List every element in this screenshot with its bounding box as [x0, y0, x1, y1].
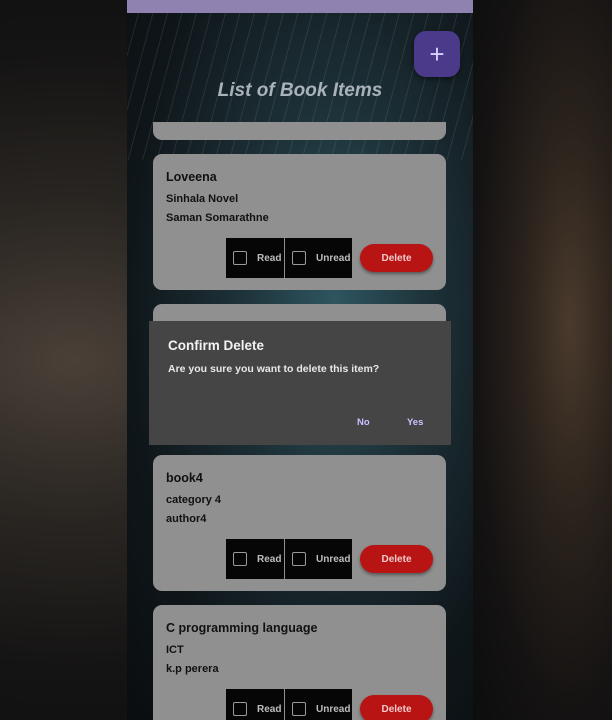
no-button[interactable]: No	[357, 417, 370, 428]
phone-screen: + List of Book Items Read Unread Loveena…	[127, 0, 473, 720]
unread-label: Unread	[316, 553, 351, 565]
read-label: Read	[257, 252, 282, 264]
status-bar	[127, 0, 473, 13]
checkbox-icon	[233, 702, 247, 716]
add-book-button[interactable]: +	[414, 31, 460, 77]
checkbox-icon	[292, 552, 306, 566]
unread-checkbox[interactable]: Unread	[285, 689, 352, 720]
read-checkbox[interactable]: Read	[226, 238, 284, 278]
read-label: Read	[257, 703, 282, 715]
page-title: List of Book Items	[217, 80, 383, 101]
delete-button[interactable]: Delete	[360, 244, 433, 272]
checkbox-icon	[233, 251, 247, 265]
book-author: author4	[166, 513, 207, 525]
read-label: Read	[257, 553, 282, 565]
read-checkbox[interactable]: Read	[226, 539, 284, 579]
book-card: book4 category 4 author4 Read Unread Del…	[153, 455, 446, 591]
unread-checkbox[interactable]: Unread	[285, 539, 352, 579]
yes-button[interactable]: Yes	[407, 417, 423, 428]
book-card: Loveena Sinhala Novel Saman Somarathne R…	[153, 154, 446, 290]
book-category: ICT	[166, 644, 184, 656]
delete-button[interactable]: Delete	[360, 695, 433, 720]
book-author: k.p perera	[166, 663, 219, 675]
unread-label: Unread	[316, 252, 351, 264]
dialog-message: Are you sure you want to delete this ite…	[168, 363, 380, 375]
book-card: C programming language ICT k.p perera Re…	[153, 605, 446, 720]
confirm-delete-dialog: Confirm Delete Are you sure you want to …	[149, 321, 451, 445]
delete-button[interactable]: Delete	[360, 545, 433, 573]
book-title: Loveena	[166, 170, 217, 184]
book-title: C programming language	[166, 621, 318, 635]
checkbox-icon	[292, 702, 306, 716]
book-title: book4	[166, 471, 203, 485]
unread-label: Unread	[316, 703, 351, 715]
plus-icon: +	[429, 38, 445, 69]
dialog-title: Confirm Delete	[168, 338, 265, 353]
checkbox-icon	[292, 251, 306, 265]
book-author: Saman Somarathne	[166, 212, 269, 224]
checkbox-icon	[233, 552, 247, 566]
book-category: Sinhala Novel	[166, 193, 239, 205]
read-checkbox[interactable]: Read	[226, 689, 284, 720]
book-category: category 4	[166, 494, 222, 506]
background-right	[473, 0, 612, 720]
unread-checkbox[interactable]: Unread	[285, 238, 352, 278]
